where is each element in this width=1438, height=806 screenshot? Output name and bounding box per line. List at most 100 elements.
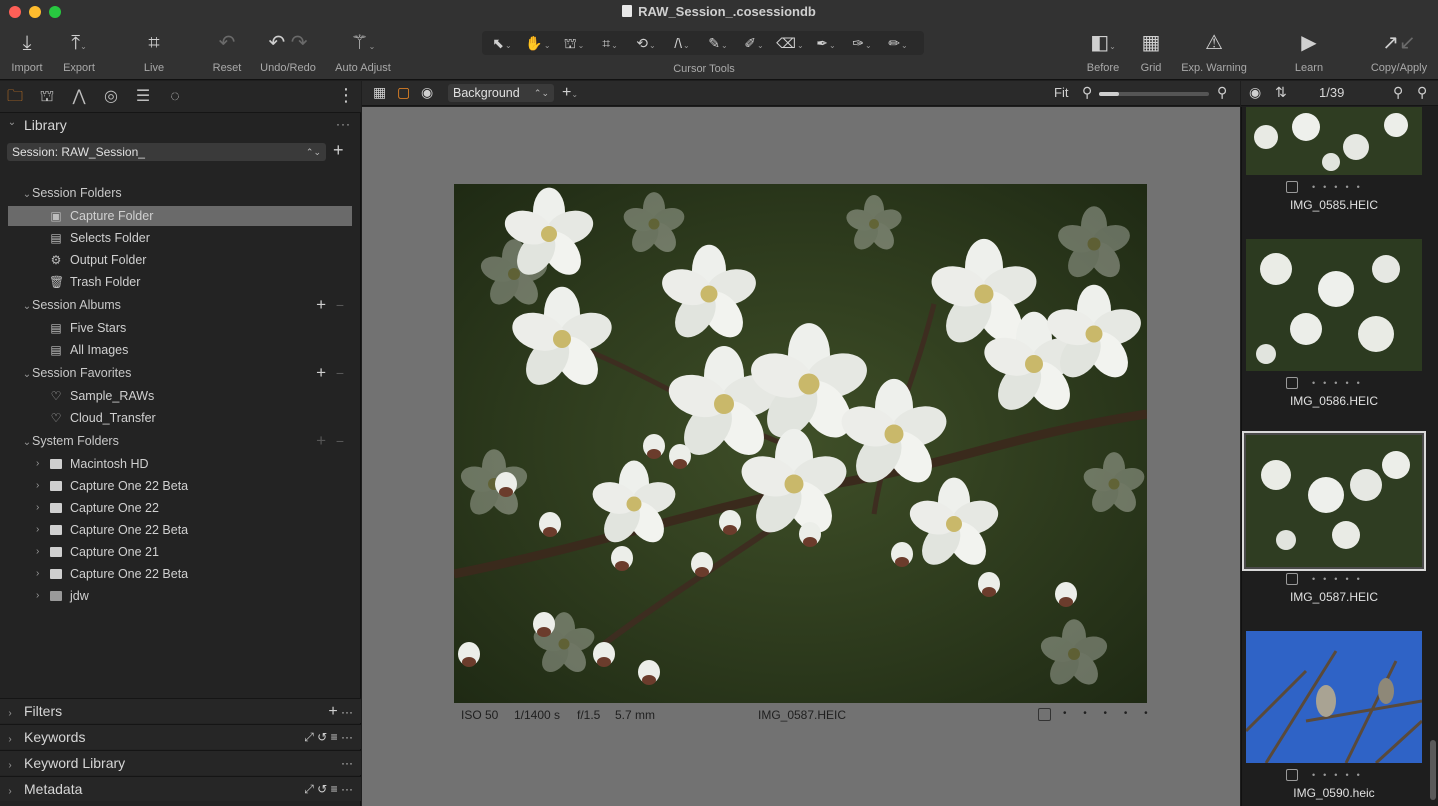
more-options-icon[interactable]: ⋮: [337, 85, 355, 106]
add-session-icon[interactable]: +: [333, 140, 344, 161]
remove-album-icon[interactable]: −: [336, 295, 344, 315]
system-folder-volume[interactable]: › Capture One 21: [8, 542, 352, 562]
thumb-rating-dots[interactable]: •••••: [1312, 770, 1368, 780]
grid-view-icon[interactable]: ▦: [373, 84, 386, 101]
thumb-rating-dots[interactable]: •••••: [1312, 378, 1368, 388]
group-session-albums[interactable]: ⌄Session Albums + −: [22, 295, 352, 315]
session-select[interactable]: Session: RAW_Session_ ⌃⌄: [7, 143, 326, 161]
list-icon[interactable]: ≡: [331, 730, 338, 744]
grid-button[interactable]: ▦ Grid: [1134, 30, 1168, 74]
thumb-color-tag[interactable]: [1286, 573, 1298, 585]
remove-favorite-icon[interactable]: −: [336, 363, 344, 383]
background-select[interactable]: Background ⌃⌄: [448, 84, 554, 102]
brush-cursor-tool[interactable]: ✐⌄: [736, 33, 772, 53]
section-metadata[interactable]: › Metadata ⤢ ↺ ≡ ···: [0, 776, 361, 801]
folder-selects[interactable]: ▤ Selects Folder: [8, 228, 352, 248]
folder-output[interactable]: ⚙ Output Folder: [8, 250, 352, 270]
learn-button[interactable]: ▶ Learn: [1288, 30, 1330, 74]
section-keywords[interactable]: › Keywords ⤢ ↺ ≡ ···: [0, 724, 361, 749]
export-button[interactable]: ⤒⌄ Export: [56, 30, 102, 74]
favorite-sample-raws[interactable]: ♡ Sample_RAWs: [8, 386, 352, 406]
group-session-folders[interactable]: ⌄Session Folders: [22, 183, 352, 203]
spot-cursor-tool[interactable]: ✎⌄: [700, 33, 736, 53]
add-system-folder-icon[interactable]: +: [316, 431, 326, 451]
list-icon[interactable]: ≡: [331, 782, 338, 796]
thumb-rating-dots[interactable]: •••••: [1312, 182, 1368, 192]
group-system-folders[interactable]: ⌄System Folders + −: [22, 431, 352, 451]
zoom-thumbs-icon[interactable]: ⚲: [1417, 84, 1427, 101]
add-filter-icon[interactable]: +: [328, 703, 337, 720]
library-header[interactable]: ⌄ Library ···: [0, 113, 361, 137]
system-folder-jdw[interactable]: › jdw: [8, 586, 352, 606]
thumb-color-tag[interactable]: [1286, 377, 1298, 389]
filters-actions[interactable]: + ···: [328, 699, 353, 725]
erase-cursor-tool[interactable]: ⌫⌄: [772, 33, 808, 53]
folder-capture[interactable]: ▣ Capture Folder: [8, 206, 352, 226]
zoom-in-icon[interactable]: ⚲: [1217, 84, 1227, 101]
search-icon[interactable]: ⚲: [1393, 84, 1403, 101]
section-filters[interactable]: › Filters + ···: [0, 698, 361, 723]
color-tab-icon[interactable]: ◎: [100, 86, 122, 108]
copy-icon[interactable]: ⤢: [304, 782, 314, 796]
zoom-out-icon[interactable]: ⚲: [1082, 84, 1092, 101]
image-viewer[interactable]: ISO 50 1/1400 s f/1.5 5.7 mm IMG_0587.HE…: [362, 107, 1240, 806]
before-button[interactable]: ◧⌄ Before: [1080, 30, 1126, 74]
color-tag-box[interactable]: [1038, 708, 1051, 721]
album-five-stars[interactable]: ▤ Five Stars: [8, 318, 352, 338]
lens-tab-icon[interactable]: ⋀: [68, 86, 90, 108]
star-rating-dots[interactable]: • • • • •: [1063, 708, 1155, 719]
keyword-library-actions[interactable]: ···: [341, 751, 353, 776]
system-folder-macintosh-hd[interactable]: › Macintosh HD: [8, 454, 352, 474]
thumb-rating-dots[interactable]: •••••: [1312, 574, 1368, 584]
favorite-cloud-transfer[interactable]: ♡ Cloud_Transfer: [8, 408, 352, 428]
folder-trash[interactable]: 🗑 Trash Folder: [8, 272, 352, 292]
system-folder-volume[interactable]: › Capture One 22: [8, 498, 352, 518]
keystone-cursor-tool[interactable]: /\⌄: [664, 33, 700, 53]
system-folder-volume[interactable]: › Capture One 22 Beta: [8, 564, 352, 584]
copy-apply-button[interactable]: ↗↙ Copy/Apply: [1366, 30, 1432, 74]
add-favorite-icon[interactable]: +: [316, 363, 326, 383]
library-tab-folder-icon[interactable]: 🗀: [4, 86, 26, 108]
annotate-cursor-tool[interactable]: ✏⌄: [880, 33, 916, 53]
sort-icon[interactable]: ⇅: [1275, 84, 1287, 101]
main-photo-plum-blossoms[interactable]: [454, 184, 1147, 703]
auto-adjust-button[interactable]: ⚚⌄ Auto Adjust: [330, 30, 396, 74]
reset-icon[interactable]: ↺: [317, 730, 327, 744]
picker-cursor-tool[interactable]: ✒⌄: [808, 33, 844, 53]
remove-system-folder-icon[interactable]: −: [336, 431, 344, 451]
eye-view-icon[interactable]: ◉: [421, 84, 433, 101]
undo-redo-button[interactable]: ↶ ↷ Undo/Redo: [256, 30, 320, 74]
system-folder-volume[interactable]: › Capture One 22 Beta: [8, 520, 352, 540]
group-session-favorites[interactable]: ⌄Session Favorites + −: [22, 363, 352, 383]
adjustments-tab-sliders-icon[interactable]: ☰: [132, 86, 154, 108]
add-layer-icon[interactable]: +⌄: [562, 84, 578, 102]
single-view-icon[interactable]: ▢: [397, 84, 410, 101]
thumb-color-tag[interactable]: [1286, 181, 1298, 193]
library-menu-icon[interactable]: ···: [336, 117, 351, 131]
browser-scrollbar[interactable]: [1430, 740, 1436, 800]
section-keyword-library[interactable]: › Keyword Library ···: [0, 750, 361, 775]
select-cursor-tool[interactable]: ⬉⌄: [484, 33, 520, 53]
eye-icon[interactable]: ◉: [1249, 84, 1261, 101]
pan-cursor-tool[interactable]: ✋⌄: [520, 33, 556, 53]
fit-zoom-label[interactable]: Fit: [1054, 85, 1068, 100]
details-tab-icon[interactable]: ◌: [164, 86, 186, 108]
metadata-actions[interactable]: ⤢ ↺ ≡ ···: [304, 777, 353, 802]
zoom-slider[interactable]: [1099, 92, 1209, 96]
wb-picker-cursor-tool[interactable]: ✑⌄: [844, 33, 880, 53]
import-button[interactable]: ⤓ Import: [6, 30, 48, 74]
add-album-icon[interactable]: +: [316, 295, 326, 315]
thumb-color-tag[interactable]: [1286, 769, 1298, 781]
keywords-actions[interactable]: ⤢ ↺ ≡ ···: [304, 725, 353, 750]
live-button[interactable]: ⌗ Live: [136, 30, 172, 74]
reset-icon[interactable]: ↺: [317, 782, 327, 796]
camera-cursor-tool[interactable]: ⛫⌄: [556, 33, 592, 53]
album-all-images[interactable]: ▤ All Images: [8, 340, 352, 360]
crop-cursor-tool[interactable]: ⌗⌄: [592, 33, 628, 53]
reset-button[interactable]: ↶ Reset: [208, 30, 246, 74]
copy-icon[interactable]: ⤢: [304, 730, 314, 744]
rotate-cursor-tool[interactable]: ⟲⌄: [628, 33, 664, 53]
system-folder-volume[interactable]: › Capture One 22 Beta: [8, 476, 352, 496]
capture-tab-camera-icon[interactable]: ⛫: [36, 86, 58, 108]
exposure-warning-button[interactable]: ⚠ Exp. Warning: [1176, 30, 1252, 74]
